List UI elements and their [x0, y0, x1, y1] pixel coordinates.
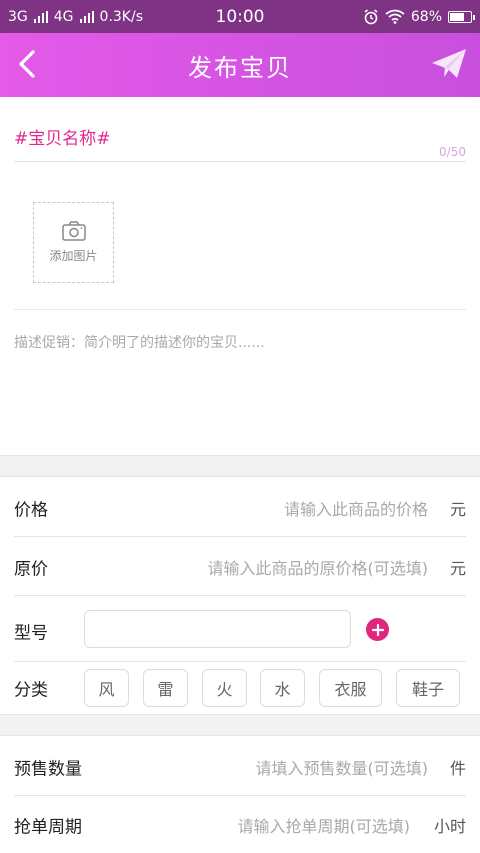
- product-name-field[interactable]: #宝贝名称# 0/50: [14, 124, 466, 162]
- network-speed: 0.3K/s: [99, 8, 143, 25]
- plus-icon: [371, 623, 384, 636]
- grab-period-label: 抢单周期: [14, 817, 82, 837]
- presale-unit: 件: [449, 758, 466, 778]
- paper-plane-icon: [432, 49, 466, 78]
- model-label: 型号: [14, 623, 48, 644]
- grab-period-row[interactable]: 抢单周期 请输入抢单周期(可选填) 小时: [0, 796, 480, 853]
- presale-label: 预售数量: [14, 759, 82, 779]
- section-separator: [0, 455, 480, 477]
- camera-icon: [61, 221, 86, 241]
- battery-percent: 68%: [410, 8, 442, 25]
- add-photo-label: 添加图片: [49, 249, 98, 263]
- original-price-input[interactable]: 请输入此商品的原价格(可选填): [208, 555, 429, 579]
- category-chip-lei[interactable]: 雷: [143, 669, 188, 707]
- name-char-counter: 0/50: [439, 145, 466, 159]
- add-photo-button[interactable]: 添加图片: [33, 202, 114, 283]
- model-input[interactable]: [84, 610, 351, 648]
- add-model-button[interactable]: [366, 618, 389, 641]
- network-4g-label: 4G: [53, 8, 74, 25]
- status-bar: 3G 4G 0.3K/s 10:00 68%: [0, 0, 480, 33]
- back-button[interactable]: [10, 47, 44, 81]
- network-3g-label: 3G: [8, 8, 28, 25]
- category-chip-feng[interactable]: 风: [84, 669, 129, 707]
- page-title: 发布宝贝: [188, 53, 292, 82]
- grab-period-input[interactable]: 请输入抢单周期(可选填): [238, 813, 411, 837]
- category-chip-huo[interactable]: 火: [202, 669, 247, 707]
- price-unit: 元: [449, 499, 466, 519]
- wifi-icon: [385, 9, 405, 24]
- publish-button[interactable]: [430, 47, 468, 81]
- signal-icon: [79, 10, 94, 23]
- category-chip-shoes[interactable]: 鞋子: [396, 669, 460, 707]
- presale-input[interactable]: 请填入预售数量(可选填): [256, 755, 429, 779]
- category-chip-shui[interactable]: 水: [260, 669, 305, 707]
- original-price-label: 原价: [14, 559, 48, 579]
- battery-icon: [448, 10, 475, 23]
- product-name-placeholder: #宝贝名称#: [14, 129, 111, 149]
- top-app-bar: 发布宝贝: [0, 33, 480, 97]
- divider: [14, 309, 466, 310]
- price-row[interactable]: 价格 请输入此商品的价格 元: [0, 478, 480, 537]
- original-price-unit: 元: [449, 558, 466, 578]
- category-label: 分类: [14, 680, 48, 701]
- status-right: 68%: [363, 8, 475, 25]
- presale-row[interactable]: 预售数量 请填入预售数量(可选填) 件: [0, 737, 480, 796]
- alarm-icon: [364, 8, 378, 24]
- signal-icon: [33, 10, 48, 23]
- grab-period-unit: 小时: [433, 816, 466, 836]
- section-separator: [0, 714, 480, 736]
- description-field[interactable]: 描述促销：简介明了的描述你的宝贝......: [14, 332, 265, 352]
- original-price-row[interactable]: 原价 请输入此商品的原价格(可选填) 元: [0, 537, 480, 596]
- category-chip-clothes[interactable]: 衣服: [319, 669, 382, 707]
- price-label: 价格: [14, 500, 48, 520]
- chevron-left-icon: [19, 50, 35, 78]
- price-input[interactable]: 请输入此商品的价格: [284, 496, 428, 520]
- divider: [14, 595, 466, 596]
- status-left: 3G 4G 0.3K/s: [8, 9, 143, 25]
